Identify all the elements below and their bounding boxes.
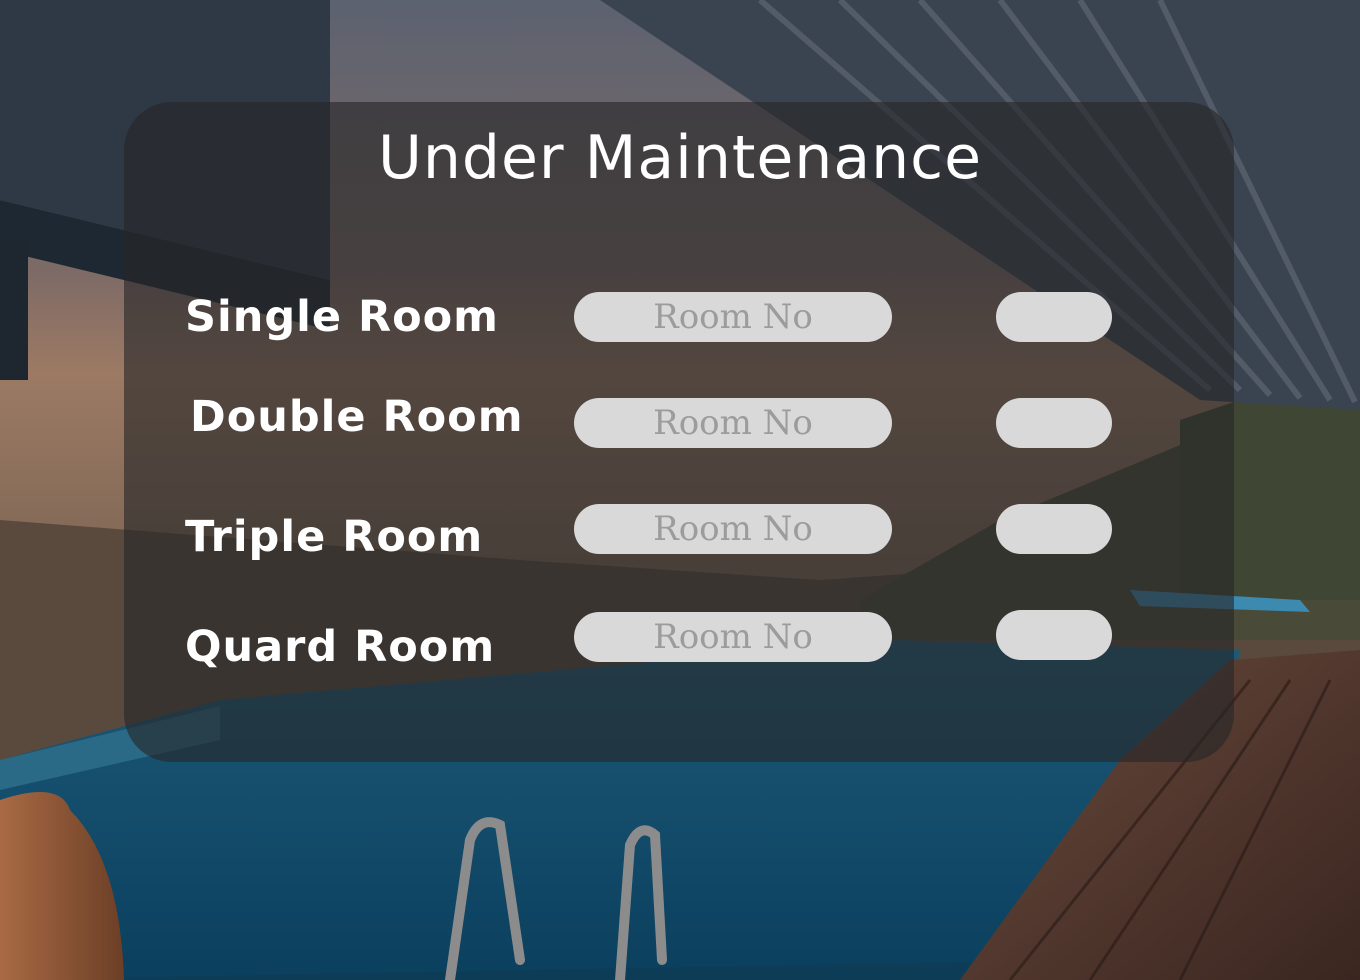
single-room-number-input[interactable] xyxy=(574,292,892,342)
maintenance-screen: Under Maintenance Single Room Double Roo… xyxy=(0,0,1360,980)
single-room-label: Single Room xyxy=(185,292,499,342)
double-room-number-input[interactable] xyxy=(574,398,892,448)
double-room-label: Double Room xyxy=(190,392,524,442)
quard-room-submit-button[interactable] xyxy=(996,610,1112,660)
triple-room-label: Triple Room xyxy=(185,512,484,562)
page-title: Under Maintenance xyxy=(377,123,983,193)
double-room-submit-button[interactable] xyxy=(996,398,1112,448)
single-room-submit-button[interactable] xyxy=(996,292,1112,342)
triple-room-number-input[interactable] xyxy=(574,504,892,554)
quard-room-label: Quard Room xyxy=(185,622,496,672)
triple-room-submit-button[interactable] xyxy=(996,504,1112,554)
quard-room-number-input[interactable] xyxy=(574,612,892,662)
